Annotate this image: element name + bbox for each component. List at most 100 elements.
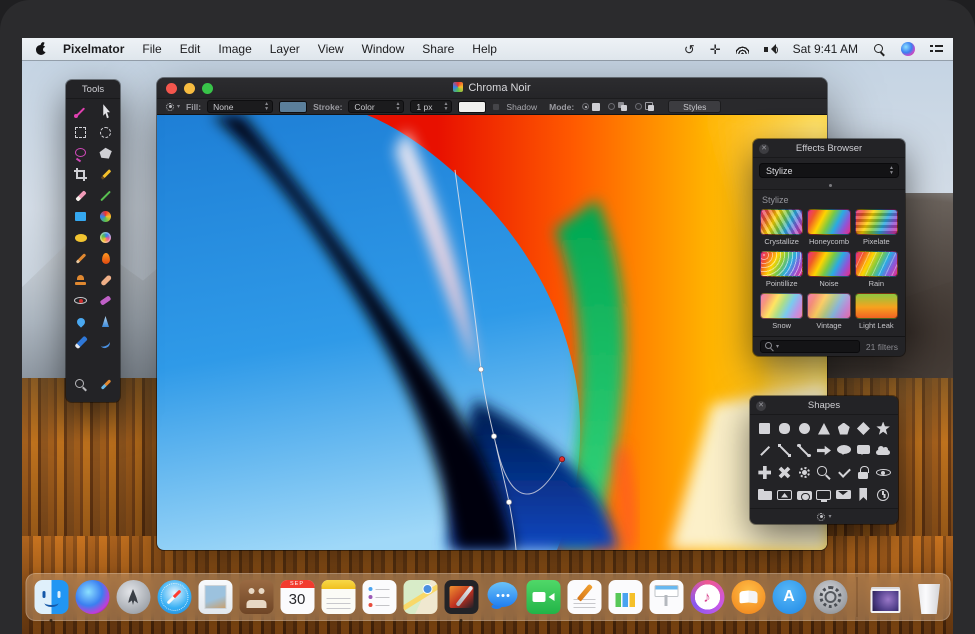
clone-stamp-tool[interactable] [68,270,93,289]
dock-ibooks[interactable] [730,579,766,615]
shape-envelope[interactable] [834,485,854,504]
eraser-tool[interactable] [68,186,93,205]
styles-button[interactable]: Styles [668,100,721,113]
tools-palette-title[interactable]: Tools [66,80,120,99]
heal-tool[interactable] [93,270,118,289]
shape-line-points[interactable] [794,441,814,460]
shape-diamond[interactable] [854,419,874,438]
slice-tool[interactable] [93,186,118,205]
shapes-settings-button[interactable]: ▾ [750,508,898,524]
dock-pages[interactable] [566,579,602,615]
dock-trash[interactable] [906,579,942,615]
effects-search-input[interactable]: ▾ [760,340,860,353]
dock-contacts[interactable] [238,579,274,615]
shape-cross[interactable] [775,463,795,482]
shape-heart-tool[interactable] [93,354,118,373]
pen-tool[interactable] [68,333,93,352]
shape-speech-round[interactable] [834,441,854,460]
menu-pixelmator[interactable]: Pixelmator [54,42,133,56]
dock-siri[interactable] [74,579,110,615]
dock-reminders[interactable] [361,579,397,615]
shape-monitor[interactable] [814,485,834,504]
polygon-lasso-tool[interactable] [93,144,118,163]
stroke-dropdown[interactable]: Color ▲▼ [348,100,404,113]
shape-eye[interactable] [873,463,893,482]
smudge-tool[interactable] [93,249,118,268]
shape-line-arrows[interactable] [775,441,795,460]
menu-share[interactable]: Share [413,42,463,56]
effect-category-dropdown[interactable]: Stylize ▲▼ [759,163,899,178]
dock-maps[interactable] [402,579,438,615]
dock-notes[interactable] [320,579,356,615]
shape-picture[interactable] [775,485,795,504]
menu-layer[interactable]: Layer [261,42,309,56]
effect-noise[interactable]: Noise [807,251,850,288]
eyedropper-tool[interactable] [93,375,118,394]
dock-messages[interactable] [484,579,520,615]
crop-tool[interactable] [68,165,93,184]
apple-menu-icon[interactable] [34,42,48,56]
dock-safari[interactable] [156,579,192,615]
stroke-width-stepper[interactable]: 1 px ▲▼ [410,100,452,113]
shape-clock[interactable] [873,485,893,504]
dock-app-store[interactable] [771,579,807,615]
menu-image[interactable]: Image [209,42,260,56]
shape-star[interactable] [873,419,893,438]
mode-subtract-radio[interactable] [635,102,654,111]
menu-edit[interactable]: Edit [171,42,210,56]
pencil-tool[interactable] [93,165,118,184]
dock-finder[interactable] [33,579,69,615]
time-machine-icon[interactable]: ↺ [684,43,695,56]
fill-dropdown[interactable]: None ▲▼ [207,100,273,113]
dock-desktop-stack[interactable] [865,579,901,615]
effect-rain[interactable]: Rain [855,251,898,288]
path-end-point[interactable] [559,457,564,462]
shape-gear[interactable] [794,463,814,482]
mode-union-radio[interactable] [608,102,627,111]
image-canvas[interactable] [157,115,827,550]
crosshair-icon[interactable]: ✛ [710,43,721,56]
shape-rounded-square[interactable] [775,419,795,438]
wifi-icon[interactable] [736,45,749,54]
freeform-pen-tool[interactable] [93,333,118,352]
volume-icon[interactable] [764,44,778,54]
minimize-button[interactable] [184,83,195,94]
fill-color-swatch[interactable] [279,101,307,113]
shapes-panel-title-bar[interactable]: ✕ Shapes [750,396,898,415]
red-eye-tool[interactable] [68,291,93,310]
shape-pentagon[interactable] [834,419,854,438]
path-anchor-point[interactable] [478,367,483,372]
type-tool[interactable] [68,354,93,373]
effect-honeycomb[interactable]: Honeycomb [807,209,850,246]
dock-facetime[interactable] [525,579,561,615]
shape-speech-square[interactable] [854,441,874,460]
shape-lock[interactable] [854,463,874,482]
shape-circle[interactable] [794,419,814,438]
menu-view[interactable]: View [309,42,353,56]
shadow-checkbox[interactable] [492,103,500,111]
path-anchor-point[interactable] [506,500,511,505]
dock-numbers[interactable] [607,579,643,615]
dock-launchpad[interactable] [115,579,151,615]
rect-select-tool[interactable] [68,123,93,142]
shape-bookmark[interactable] [854,485,874,504]
mode-normal-radio[interactable] [582,103,600,111]
sponge-tool[interactable] [93,291,118,310]
shape-plus[interactable] [755,463,775,482]
dock-calendar[interactable]: SEP30 [279,579,315,615]
notification-center-icon[interactable] [930,44,943,54]
brush-tool[interactable] [68,249,93,268]
spotlight-icon[interactable] [873,43,886,56]
menu-file[interactable]: File [133,42,170,56]
shape-square[interactable] [755,419,775,438]
effect-pointillize[interactable]: Pointillize [760,251,803,288]
dock-mail[interactable] [197,579,233,615]
effect-pixelate[interactable]: Pixelate [855,209,898,246]
lasso-tool[interactable] [68,144,93,163]
sharpen-tool[interactable] [93,312,118,331]
warp-brush-tool[interactable] [93,228,118,247]
effects-browser-title-bar[interactable]: ✕ Effects Browser [753,139,905,158]
dock-keynote[interactable] [648,579,684,615]
shape-line[interactable] [755,441,775,460]
close-button[interactable] [166,83,177,94]
